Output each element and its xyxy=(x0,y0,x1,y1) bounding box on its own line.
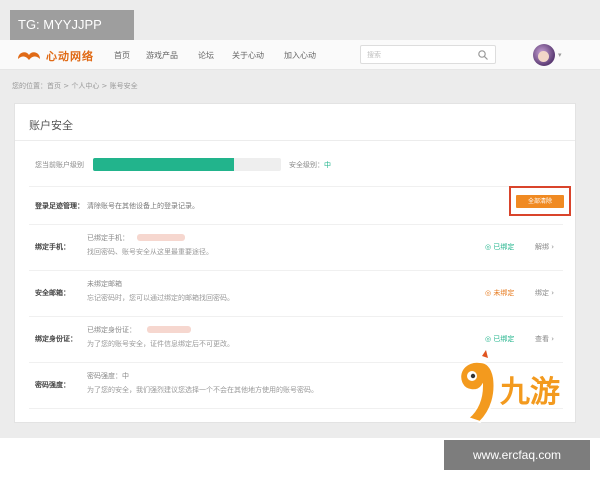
nav-item-join[interactable]: 加入心动 xyxy=(284,50,316,61)
login-footprint-desc: 清除账号在其他设备上的登录记录。 xyxy=(87,202,199,210)
security-level-label: 您当前账户级别 xyxy=(35,161,84,169)
login-footprint-label: 登录足迹管理： xyxy=(35,202,84,210)
nav-item-forum[interactable]: 论坛 xyxy=(198,50,214,61)
security-row-email: 安全邮箱： 未绑定邮箱 忘记密码时，您可以通过绑定的邮箱找回密码。 ◎ 未绑定 … xyxy=(15,274,575,316)
breadcrumb: 您的位置：首页 > 个人中心 > 账号安全 xyxy=(12,82,138,90)
top-navigation-bar: 心动网络 首页 游戏产品 论坛 关于心动 加入心动 xyxy=(0,40,600,70)
search-placeholder: 搜索 xyxy=(367,51,381,59)
search-icon[interactable] xyxy=(477,49,489,61)
security-row-label: 绑定手机： xyxy=(35,243,70,251)
security-row-label: 安全邮箱： xyxy=(35,289,70,297)
security-row-phone: 绑定手机： 已绑定手机： 找回密码、账号安全从这里最重要途径。 ◎ 已绑定 解绑… xyxy=(15,228,575,270)
unbound-status-badge: ◎ 未绑定 xyxy=(485,289,515,297)
bound-status-badge: ◎ 已绑定 xyxy=(485,335,515,343)
security-level-fill xyxy=(93,158,234,171)
row-divider xyxy=(29,224,563,225)
logo-mark-icon xyxy=(18,52,40,60)
security-level-value: 中 xyxy=(324,161,331,169)
url-watermark: www.ercfaq.com xyxy=(444,440,590,470)
security-level-bar xyxy=(93,158,281,171)
security-row-label: 密码强度： xyxy=(35,381,70,389)
bind-email-link[interactable]: 绑定 › xyxy=(535,288,554,298)
security-row-desc: 忘记密码时，您可以通过绑定的邮箱找回密码。 xyxy=(87,294,234,302)
row-divider xyxy=(29,186,563,187)
view-idcard-link[interactable]: 查看 › xyxy=(535,334,554,344)
row-divider xyxy=(29,316,563,317)
site-logo[interactable]: 心动网络 xyxy=(16,46,106,64)
unbind-phone-link[interactable]: 解绑 › xyxy=(535,242,554,252)
login-footprint-row: 登录足迹管理： 清除账号在其他设备上的登录记录。 xyxy=(15,190,575,232)
security-level-text: 安全级别：中 xyxy=(289,161,331,169)
security-row-label: 绑定身份证： xyxy=(35,335,77,343)
security-row-desc: 找回密码、账号安全从这里最重要途径。 xyxy=(87,248,213,256)
screenshot-area: 心动网络 首页 游戏产品 论坛 关于心动 加入心动 搜索 ▾ 您的位置：首页 >… xyxy=(0,0,600,438)
security-row-status-text: 已绑定身份证： xyxy=(87,326,136,334)
nav-item-home[interactable]: 首页 xyxy=(114,50,130,61)
jiuyou-wordmark: 九游 xyxy=(500,375,560,410)
row-divider xyxy=(29,270,563,271)
jiuyou-mascot-icon xyxy=(459,350,496,424)
logo-text: 心动网络 xyxy=(46,50,94,63)
search-input[interactable]: 搜索 xyxy=(360,45,496,64)
security-row-desc: 为了您的账号安全，证件信息绑定后不可更改。 xyxy=(87,340,234,348)
chevron-down-icon[interactable]: ▾ xyxy=(558,51,562,59)
security-row-desc: 为了您的安全，我们强烈建议您选择一个不会在其他地方使用的账号密码。 xyxy=(87,386,318,394)
clear-all-button[interactable]: 全部清除 xyxy=(516,195,564,208)
masked-value xyxy=(137,234,185,241)
nav-item-about[interactable]: 关于心动 xyxy=(232,50,264,61)
security-row-status-text: 未绑定邮箱 xyxy=(87,280,122,288)
page-title: 账户安全 xyxy=(29,119,73,132)
tg-watermark: TG: MYYJJPP xyxy=(10,10,134,40)
bound-status-badge: ◎ 已绑定 xyxy=(485,243,515,251)
masked-value xyxy=(147,326,191,333)
nav-item-games[interactable]: 游戏产品 xyxy=(146,50,178,61)
clear-all-highlight: 全部清除 xyxy=(509,186,571,216)
security-level-row: 您当前账户级别 安全级别：中 xyxy=(15,148,575,184)
title-divider xyxy=(15,140,575,141)
security-row-status-text: 已绑定手机： xyxy=(87,234,129,242)
user-avatar[interactable] xyxy=(533,44,555,66)
jiuyou-logo: 九游 xyxy=(459,350,561,424)
password-strength-text: 密码强度：中 xyxy=(87,372,129,380)
